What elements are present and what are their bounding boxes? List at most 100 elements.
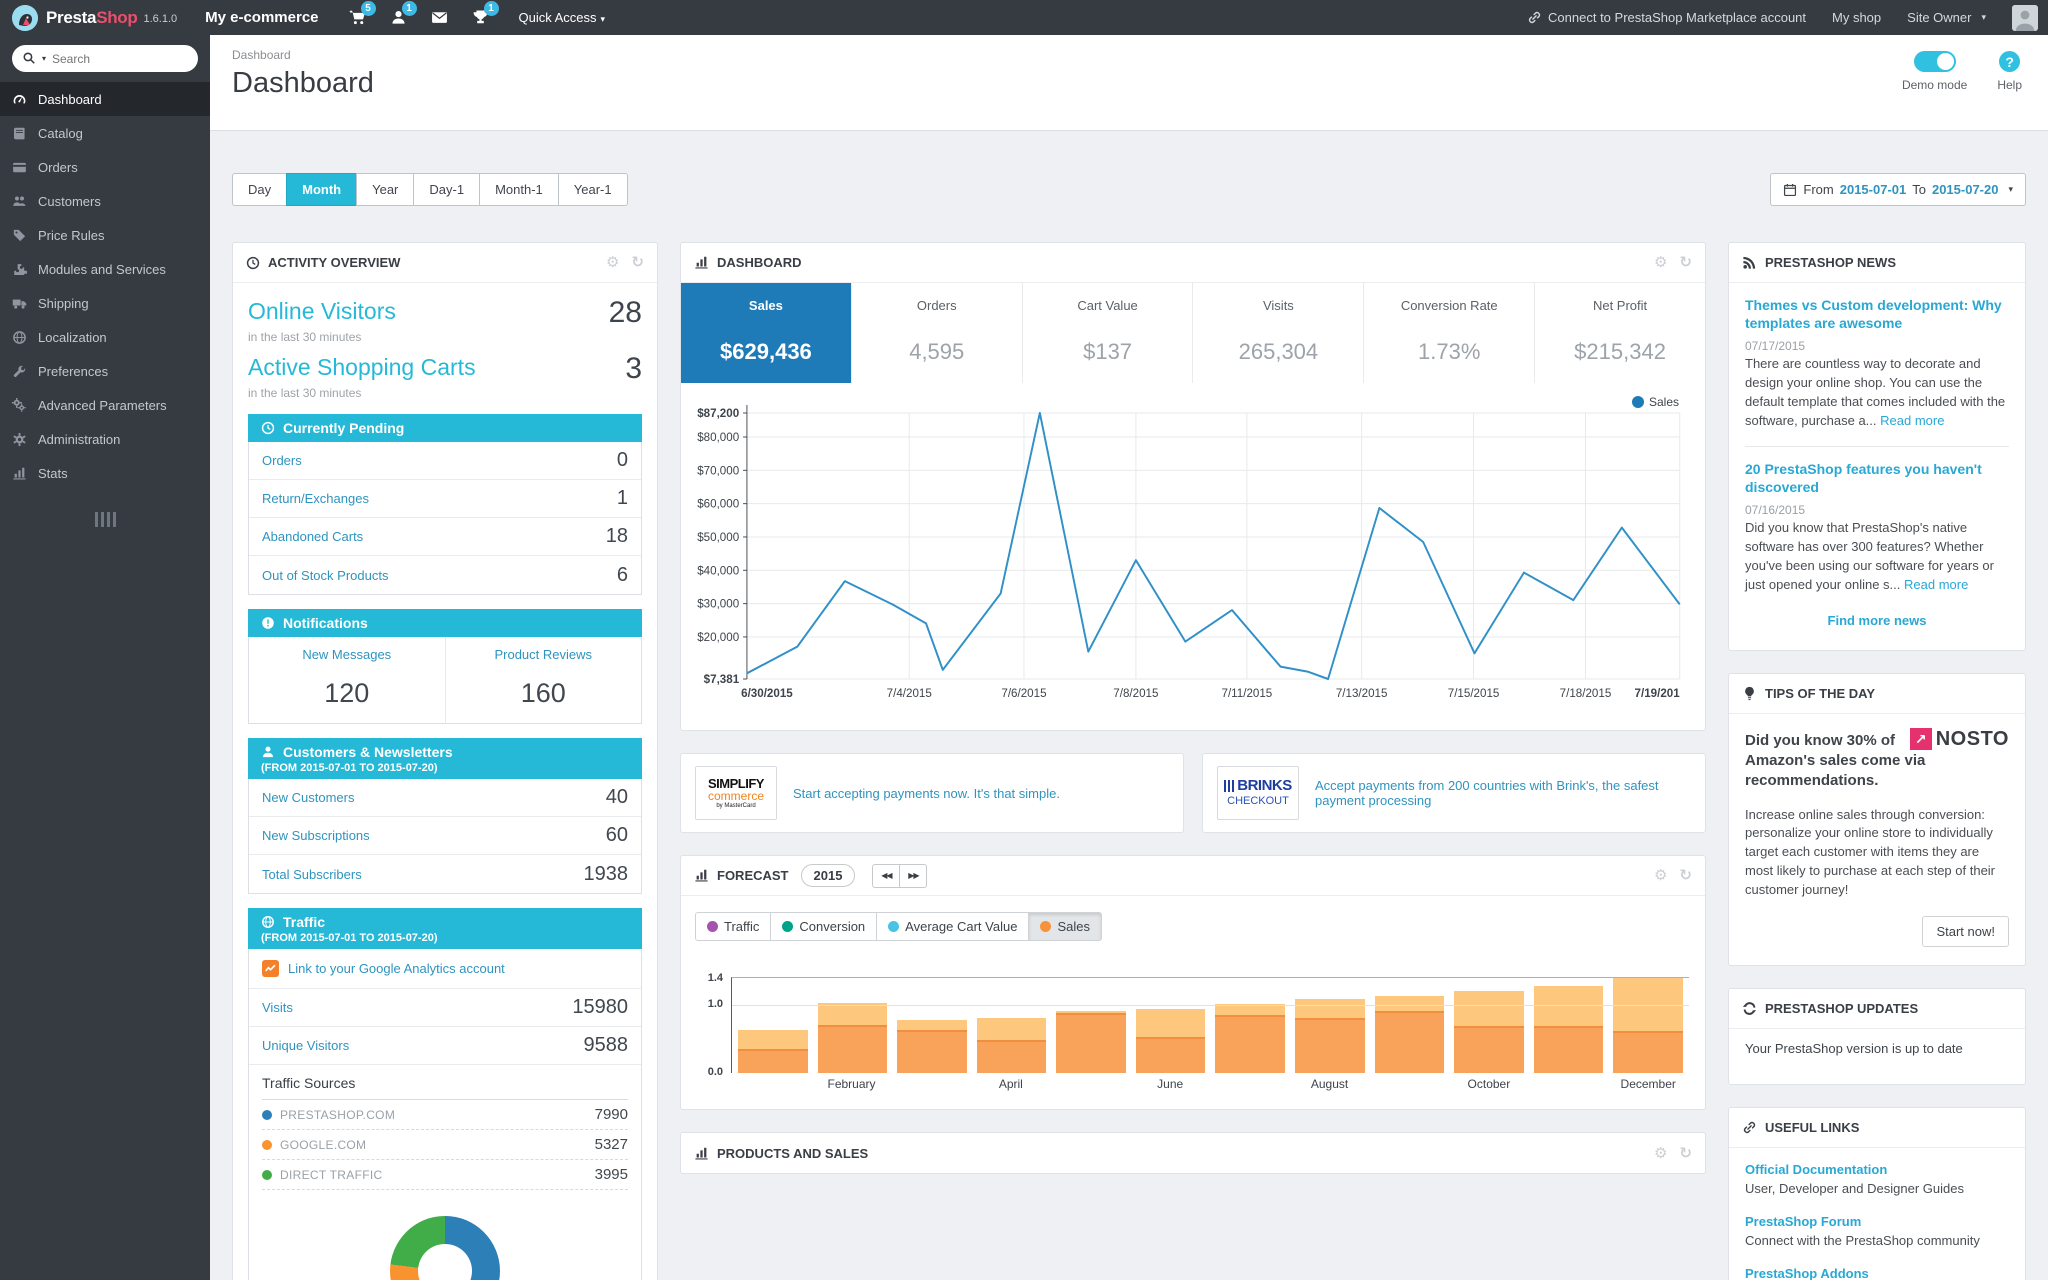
panel-settings-icon[interactable]: ⚙: [1654, 255, 1667, 270]
total-subscribers-link[interactable]: Total Subscribers: [262, 867, 362, 882]
prestashop-logo[interactable]: [12, 4, 38, 31]
tab-day[interactable]: Day: [232, 173, 288, 206]
forecast-bar[interactable]: [1295, 998, 1365, 1073]
legend-conversion[interactable]: Conversion: [770, 912, 878, 941]
forecast-bar[interactable]: [1135, 1008, 1206, 1073]
forecast-bar[interactable]: [1613, 978, 1683, 1073]
sidebar-item-stats[interactable]: Stats: [0, 456, 210, 490]
forecast-month-label: August: [1310, 1077, 1349, 1091]
legend-average-cart-value[interactable]: Average Cart Value: [876, 912, 1030, 941]
my-shop-link[interactable]: My shop: [1832, 10, 1881, 25]
panel-title: PRODUCTS AND SALES: [717, 1145, 869, 1161]
kpi-sales[interactable]: Sales $629,436: [681, 283, 852, 383]
shop-name[interactable]: My e-commerce: [205, 9, 318, 26]
visits-link[interactable]: Visits: [262, 1000, 293, 1015]
product-reviews-link[interactable]: Product Reviews: [494, 647, 592, 662]
abandoned-carts-link[interactable]: Abandoned Carts: [262, 529, 363, 544]
orders-link[interactable]: Orders: [262, 453, 302, 468]
panel-refresh-icon[interactable]: ↻: [631, 255, 644, 270]
active-carts-link[interactable]: Active Shopping Carts: [248, 354, 476, 381]
panel-settings-icon[interactable]: ⚙: [606, 255, 619, 270]
unique-visitors-link[interactable]: Unique Visitors: [262, 1038, 349, 1053]
trophy-icon[interactable]: 1: [472, 1, 499, 26]
find-more-news-link[interactable]: Find more news: [1745, 611, 2009, 640]
avatar[interactable]: [2012, 4, 2038, 31]
kpi-orders[interactable]: Orders 4,595: [852, 283, 1023, 383]
sidebar-item-shipping[interactable]: Shipping: [0, 286, 210, 320]
prestashop-forum-link[interactable]: PrestaShop Forum: [1745, 1214, 1861, 1229]
online-visitors-link[interactable]: Online Visitors: [248, 298, 396, 325]
google-analytics-link[interactable]: Link to your Google Analytics account: [288, 961, 505, 976]
tips-of-the-day-panel: TIPS OF THE DAY ↗ NOSTO Did you know 30% …: [1728, 672, 2026, 966]
forecast-bar[interactable]: [976, 1017, 1047, 1073]
user-menu[interactable]: Site Owner ▾: [1907, 10, 1986, 25]
panel-settings-icon[interactable]: ⚙: [1654, 868, 1667, 883]
tab-year[interactable]: Year: [356, 173, 415, 206]
simplify-banner-link[interactable]: Start accepting payments now. It's that …: [793, 786, 1060, 801]
cart-icon[interactable]: 5: [349, 1, 376, 26]
customers-icon[interactable]: 1: [390, 1, 417, 26]
legend-traffic[interactable]: Traffic: [695, 912, 772, 941]
returns-link[interactable]: Return/Exchanges: [262, 491, 369, 506]
svg-text:$70,000: $70,000: [697, 463, 739, 477]
sales-line-chart: Sales $7,381 $20,000 $30,000 $40,000 $50,000…: [681, 383, 1705, 730]
tab-month[interactable]: Month: [286, 173, 358, 206]
demo-mode-toggle[interactable]: [1913, 51, 1956, 72]
start-now-button[interactable]: Start now!: [1922, 915, 2009, 947]
forecast-bar[interactable]: [817, 1003, 888, 1073]
read-more-link[interactable]: Read more: [1880, 413, 1944, 428]
tab-year-1[interactable]: Year-1: [557, 173, 628, 206]
kpi-visits[interactable]: Visits 265,304: [1193, 283, 1365, 383]
kpi-conversion-rate[interactable]: Conversion Rate 1.73%: [1364, 283, 1536, 383]
help-icon[interactable]: ?: [1999, 51, 2021, 72]
sidebar-item-localization[interactable]: Localization: [0, 320, 210, 354]
forecast-bar[interactable]: [738, 1029, 808, 1073]
sidebar-item-orders[interactable]: Orders: [0, 150, 210, 184]
brinks-banner-link[interactable]: Accept payments from 200 countries with …: [1315, 778, 1691, 808]
new-customers-link[interactable]: New Customers: [262, 790, 354, 805]
forecast-month-label: [1215, 1077, 1285, 1091]
kpi-net-profit[interactable]: Net Profit $215,342: [1535, 283, 1705, 383]
forecast-prev-button[interactable]: ◀◀: [872, 863, 901, 888]
sidebar-item-dashboard[interactable]: Dashboard: [0, 82, 210, 116]
panel-refresh-icon[interactable]: ↻: [1679, 868, 1692, 883]
sidebar-item-administration[interactable]: Administration: [0, 422, 210, 456]
panel-refresh-icon[interactable]: ↻: [1679, 255, 1692, 270]
marketplace-link[interactable]: Connect to PrestaShop Marketplace accoun…: [1527, 10, 1806, 25]
traffic-row: Visits 15980: [249, 989, 641, 1027]
messages-icon[interactable]: [431, 9, 448, 26]
sidebar-collapse-toggle[interactable]: [92, 512, 118, 527]
tab-day-1[interactable]: Day-1: [413, 173, 481, 206]
sidebar-item-price-rules[interactable]: Price Rules: [0, 218, 210, 252]
forecast-bar[interactable]: [1215, 1003, 1286, 1073]
search-icon[interactable]: ▾: [22, 51, 46, 65]
panel-settings-icon[interactable]: ⚙: [1654, 1146, 1667, 1161]
new-subscriptions-link[interactable]: New Subscriptions: [262, 828, 370, 843]
forecast-bar[interactable]: [1374, 995, 1445, 1073]
official-documentation-link[interactable]: Official Documentation: [1745, 1162, 1887, 1177]
out-of-stock-link[interactable]: Out of Stock Products: [262, 568, 388, 583]
source-dot: [262, 1169, 272, 1180]
tab-month-1[interactable]: Month-1: [479, 173, 559, 206]
kpi-cart-value[interactable]: Cart Value $137: [1023, 283, 1194, 383]
sidebar-item-preferences[interactable]: Preferences: [0, 354, 210, 388]
read-more-link[interactable]: Read more: [1904, 577, 1968, 592]
new-messages-link[interactable]: New Messages: [302, 647, 391, 662]
sidebar-item-advanced-parameters[interactable]: Advanced Parameters: [0, 388, 210, 422]
panel-refresh-icon[interactable]: ↻: [1679, 1146, 1692, 1161]
forecast-bar[interactable]: [1454, 991, 1524, 1073]
sidebar-item-customers[interactable]: Customers: [0, 184, 210, 218]
prestashop-addons-link[interactable]: PrestaShop Addons: [1745, 1266, 1869, 1280]
forecast-bar[interactable]: [1056, 1011, 1126, 1073]
forecast-next-button[interactable]: ▶▶: [899, 863, 928, 888]
article-title[interactable]: Themes vs Custom development: Why templa…: [1745, 297, 2009, 332]
svg-text:$80,000: $80,000: [697, 430, 739, 444]
forecast-bar[interactable]: [1533, 985, 1604, 1073]
date-range-picker[interactable]: From 2015-07-01 To 2015-07-20 ▾: [1770, 173, 2026, 206]
article-title[interactable]: 20 PrestaShop features you haven't disco…: [1745, 461, 2009, 496]
sidebar-item-catalog[interactable]: Catalog: [0, 116, 210, 150]
legend-sales[interactable]: Sales: [1028, 912, 1102, 941]
forecast-bar[interactable]: [897, 1020, 967, 1073]
quick-access-menu[interactable]: Quick Access ▾: [519, 10, 606, 25]
sidebar-item-modules[interactable]: Modules and Services: [0, 252, 210, 286]
